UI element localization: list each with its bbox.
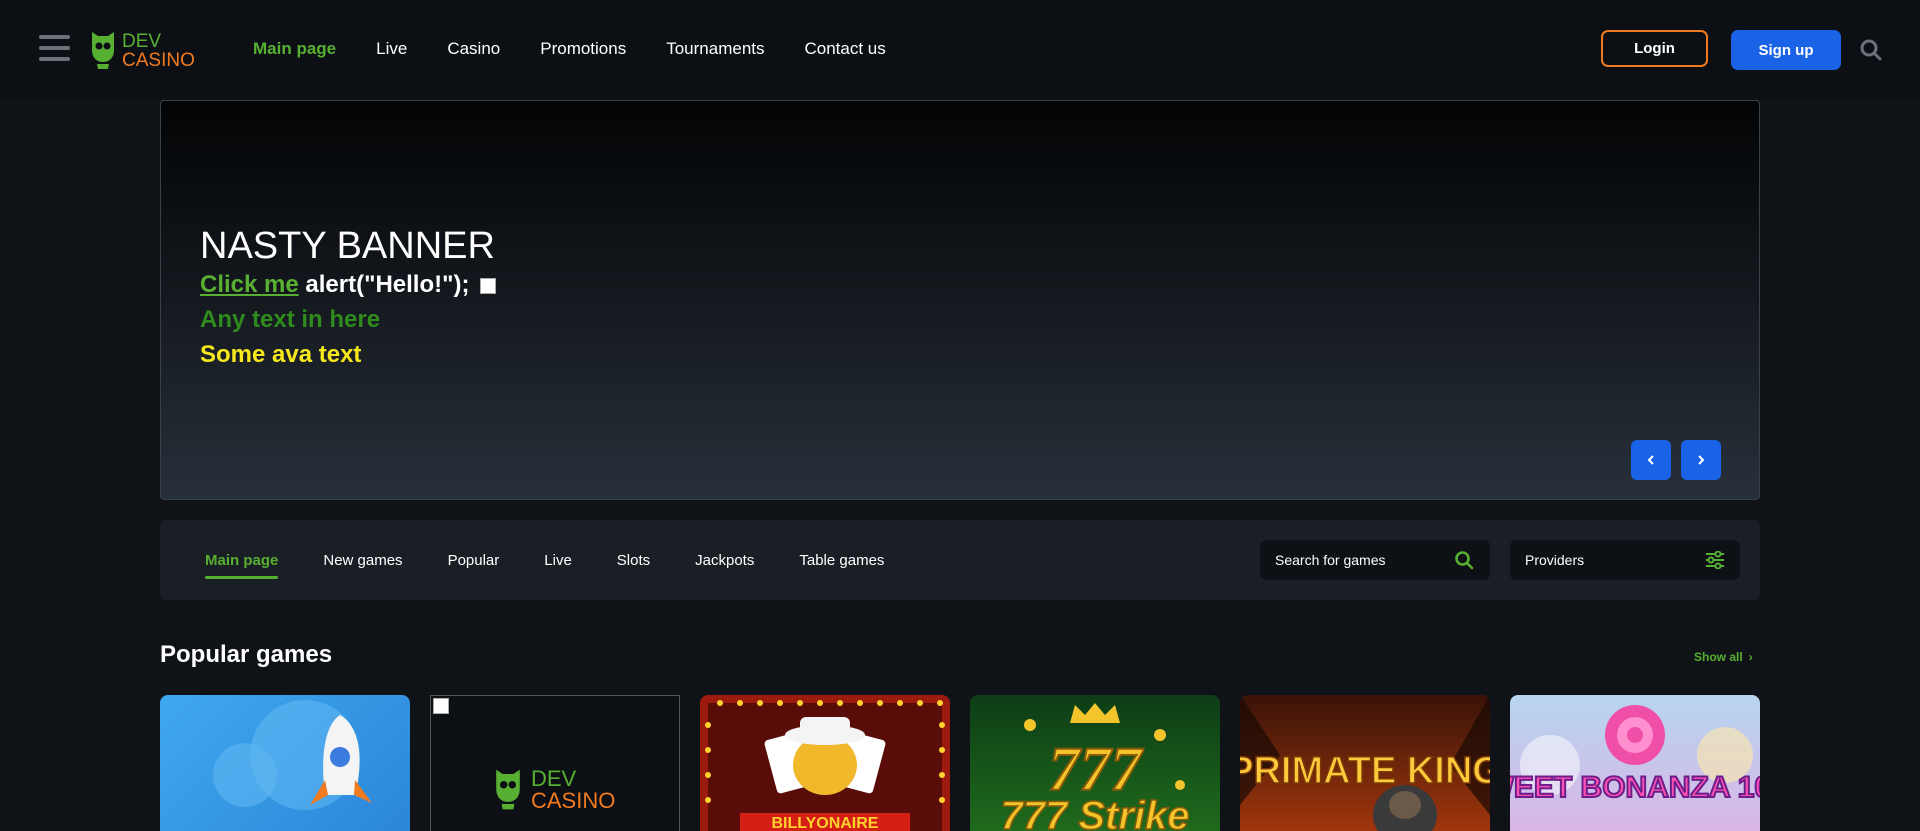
main-nav: Main page Live Casino Promotions Tournam… [253, 39, 926, 59]
primate-king-game-art: PRIMATE KING [1240, 695, 1490, 831]
tab-popular[interactable]: Popular [448, 552, 500, 569]
banner-prev-button[interactable] [1631, 440, 1671, 480]
logo-dev-text: DEV [122, 31, 162, 52]
nav-contact-us[interactable]: Contact us [805, 39, 886, 59]
game-card-primate-king[interactable]: PRIMATE KING [1240, 695, 1490, 831]
chevron-right-icon: › [1748, 650, 1753, 664]
game-search-placeholder: Search for games [1275, 552, 1386, 568]
card-logo-dev: DEV [531, 766, 577, 791]
nav-live[interactable]: Live [376, 39, 407, 59]
filter-sliders-icon [1706, 551, 1724, 569]
show-all-label: Show all [1694, 650, 1743, 664]
game-card-billyonaire[interactable]: BILLYONAIRE [700, 695, 950, 831]
game-card-777-strike[interactable]: 777 777 Strike [970, 695, 1220, 831]
banner-title: NASTY BANNER [200, 225, 495, 267]
tab-table-games[interactable]: Table games [799, 552, 884, 569]
tab-jackpots[interactable]: Jackpots [695, 552, 754, 569]
tab-slots[interactable]: Slots [617, 552, 650, 569]
category-bar: Main page New games Popular Live Slots J… [160, 520, 1760, 600]
logo-mascot-icon [92, 32, 114, 69]
777-strike-game-art: 777 777 Strike [1000, 703, 1190, 831]
game-card-dev-casino[interactable]: DEV CASINO [430, 695, 680, 831]
search-icon[interactable] [1860, 39, 1882, 61]
banner-text-green: Any text in here [200, 306, 381, 333]
site-logo[interactable]: DEV CASINO [89, 30, 199, 70]
tab-main-page[interactable]: Main page [205, 552, 279, 579]
game-card-sweet-bonanza[interactable]: SWEET BONANZA 1000 [1510, 695, 1760, 831]
broken-image-icon [480, 277, 497, 294]
rocket-game-art [213, 700, 372, 810]
banner-code-text: alert("Hello!"); [305, 271, 470, 298]
logo-casino-text: CASINO [122, 50, 195, 71]
game-title-primate-king: PRIMATE KING [1240, 750, 1490, 792]
game-title-billyonaire: BILLYONAIRE [772, 815, 879, 831]
category-tabs: Main page New games Popular Live Slots J… [205, 552, 929, 579]
game-card-rocket[interactable] [160, 695, 410, 831]
nav-main-page[interactable]: Main page [253, 39, 336, 59]
login-button[interactable]: Login [1601, 30, 1708, 67]
sweet-bonanza-game-art: SWEET BONANZA 1000 [1510, 705, 1760, 805]
nav-tournaments[interactable]: Tournaments [666, 39, 764, 59]
nav-casino[interactable]: Casino [447, 39, 500, 59]
chevron-right-icon [1698, 454, 1705, 465]
banner-click-link[interactable]: Click me [200, 271, 299, 298]
game-search-input[interactable]: Search for games [1260, 540, 1490, 580]
top-header: DEV CASINO Main page Live Casino Promoti… [0, 0, 1920, 100]
signup-button[interactable]: Sign up [1731, 30, 1841, 70]
tab-new-games[interactable]: New games [323, 552, 402, 569]
banner-next-button[interactable] [1681, 440, 1721, 480]
chevron-left-icon [1647, 454, 1654, 465]
broken-image-icon [433, 698, 449, 714]
billyonaire-game-art: BILLYONAIRE [705, 700, 945, 831]
nav-promotions[interactable]: Promotions [540, 39, 626, 59]
banner-link-line: Click me alert("Hello!"); [200, 271, 497, 299]
banner-text-yellow: Some ava text [200, 341, 362, 368]
logo-mascot-icon [496, 769, 520, 810]
card-logo-casino: CASINO [531, 788, 616, 813]
tab-live[interactable]: Live [544, 552, 572, 569]
search-icon[interactable] [1454, 550, 1474, 570]
game-title-777-strike: 777 Strike [1000, 794, 1189, 831]
providers-label: Providers [1525, 552, 1585, 568]
popular-games-title: Popular games [160, 641, 333, 668]
game-title-sweet-bonanza: SWEET BONANZA 1000 [1510, 771, 1760, 804]
hero-banner: NASTY BANNER Click me alert("Hello!"); A… [160, 100, 1760, 500]
providers-select[interactable]: Providers [1510, 540, 1740, 580]
menu-icon[interactable] [39, 35, 70, 65]
show-all-link[interactable]: Show all › [1694, 650, 1753, 664]
